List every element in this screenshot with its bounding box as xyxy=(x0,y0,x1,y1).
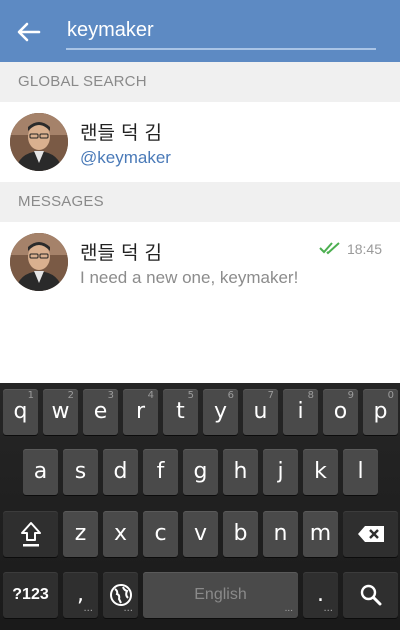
more-dots-icon: ... xyxy=(123,603,133,614)
back-arrow-icon xyxy=(17,22,41,42)
key-hint: 7 xyxy=(267,390,274,401)
soft-keyboard: q1 w2 e3 r4 t5 y6 u7 i8 o9 p0 a s d f g … xyxy=(0,383,400,630)
key-label: y xyxy=(213,399,228,424)
key-hint: 2 xyxy=(67,390,74,401)
key-h[interactable]: h xyxy=(223,449,258,495)
key-hint: 4 xyxy=(147,390,154,401)
search-header xyxy=(0,0,400,62)
key-y[interactable]: y6 xyxy=(203,389,238,435)
symbols-key[interactable]: ?123 xyxy=(3,572,58,618)
avatar xyxy=(10,233,68,291)
avatar xyxy=(10,113,68,171)
key-m[interactable]: m xyxy=(303,511,338,557)
key-o[interactable]: o9 xyxy=(323,389,358,435)
key-n[interactable]: n xyxy=(263,511,298,557)
key-hint: 9 xyxy=(347,390,354,401)
key-w[interactable]: w2 xyxy=(43,389,78,435)
message-sender-name: 랜들 덕 김 xyxy=(80,242,162,264)
key-label: w xyxy=(51,399,70,424)
space-key[interactable]: English... xyxy=(143,572,298,618)
key-k[interactable]: k xyxy=(303,449,338,495)
search-icon xyxy=(360,584,381,606)
key-p[interactable]: p0 xyxy=(363,389,398,435)
key-label: p xyxy=(373,399,388,424)
search-input[interactable] xyxy=(66,16,376,50)
key-label: o xyxy=(333,399,348,424)
message-time: 18:45 xyxy=(346,241,382,257)
key-u[interactable]: u7 xyxy=(243,389,278,435)
key-i[interactable]: i8 xyxy=(283,389,318,435)
key-q[interactable]: q1 xyxy=(3,389,38,435)
key-label: e xyxy=(93,399,108,424)
key-d[interactable]: d xyxy=(103,449,138,495)
key-hint: 1 xyxy=(27,390,34,401)
space-label: English xyxy=(194,586,247,603)
key-hint: 3 xyxy=(107,390,114,401)
contact-username: @keymaker xyxy=(80,148,171,167)
key-label: t xyxy=(176,399,185,424)
key-a[interactable]: a xyxy=(23,449,58,495)
key-label: q xyxy=(13,399,28,424)
section-header-messages: MESSAGES xyxy=(0,182,400,222)
global-result-row[interactable]: 랜들 덕 김 @keymaker xyxy=(0,102,400,182)
key-r[interactable]: r4 xyxy=(123,389,158,435)
comma-key[interactable]: ,... xyxy=(63,572,98,618)
key-g[interactable]: g xyxy=(183,449,218,495)
backspace-key[interactable] xyxy=(343,511,398,557)
section-header-global: GLOBAL SEARCH xyxy=(0,62,400,102)
key-hint: 6 xyxy=(227,390,234,401)
backspace-icon xyxy=(357,526,384,542)
message-result-row[interactable]: 랜들 덕 김 18:45 I need a new one, keymaker! xyxy=(0,222,400,302)
more-dots-icon: ... xyxy=(83,603,93,614)
key-f[interactable]: f xyxy=(143,449,178,495)
more-dots-icon: ... xyxy=(323,603,333,614)
back-button[interactable] xyxy=(10,13,48,51)
double-check-icon xyxy=(319,242,340,255)
key-x[interactable]: x xyxy=(103,511,138,557)
key-hint: 5 xyxy=(187,390,194,401)
search-key[interactable] xyxy=(343,572,398,618)
language-key[interactable]: ... xyxy=(103,572,138,618)
more-dots-icon: ... xyxy=(284,603,293,614)
period-key[interactable]: .... xyxy=(303,572,338,618)
key-s[interactable]: s xyxy=(63,449,98,495)
key-label: u xyxy=(253,399,268,424)
key-e[interactable]: e3 xyxy=(83,389,118,435)
key-label: r xyxy=(135,399,146,424)
key-label: i xyxy=(297,399,304,424)
key-c[interactable]: c xyxy=(143,511,178,557)
key-t[interactable]: t5 xyxy=(163,389,198,435)
key-l[interactable]: l xyxy=(343,449,378,495)
contact-name: 랜들 덕 김 xyxy=(80,122,162,144)
key-hint: 0 xyxy=(387,390,394,401)
key-j[interactable]: j xyxy=(263,449,298,495)
shift-key[interactable] xyxy=(3,511,58,557)
key-v[interactable]: v xyxy=(183,511,218,557)
key-hint: 8 xyxy=(307,390,314,401)
shift-icon xyxy=(20,522,41,547)
message-preview: I need a new one, keymaker! xyxy=(80,268,299,287)
key-z[interactable]: z xyxy=(63,511,98,557)
key-b[interactable]: b xyxy=(223,511,258,557)
